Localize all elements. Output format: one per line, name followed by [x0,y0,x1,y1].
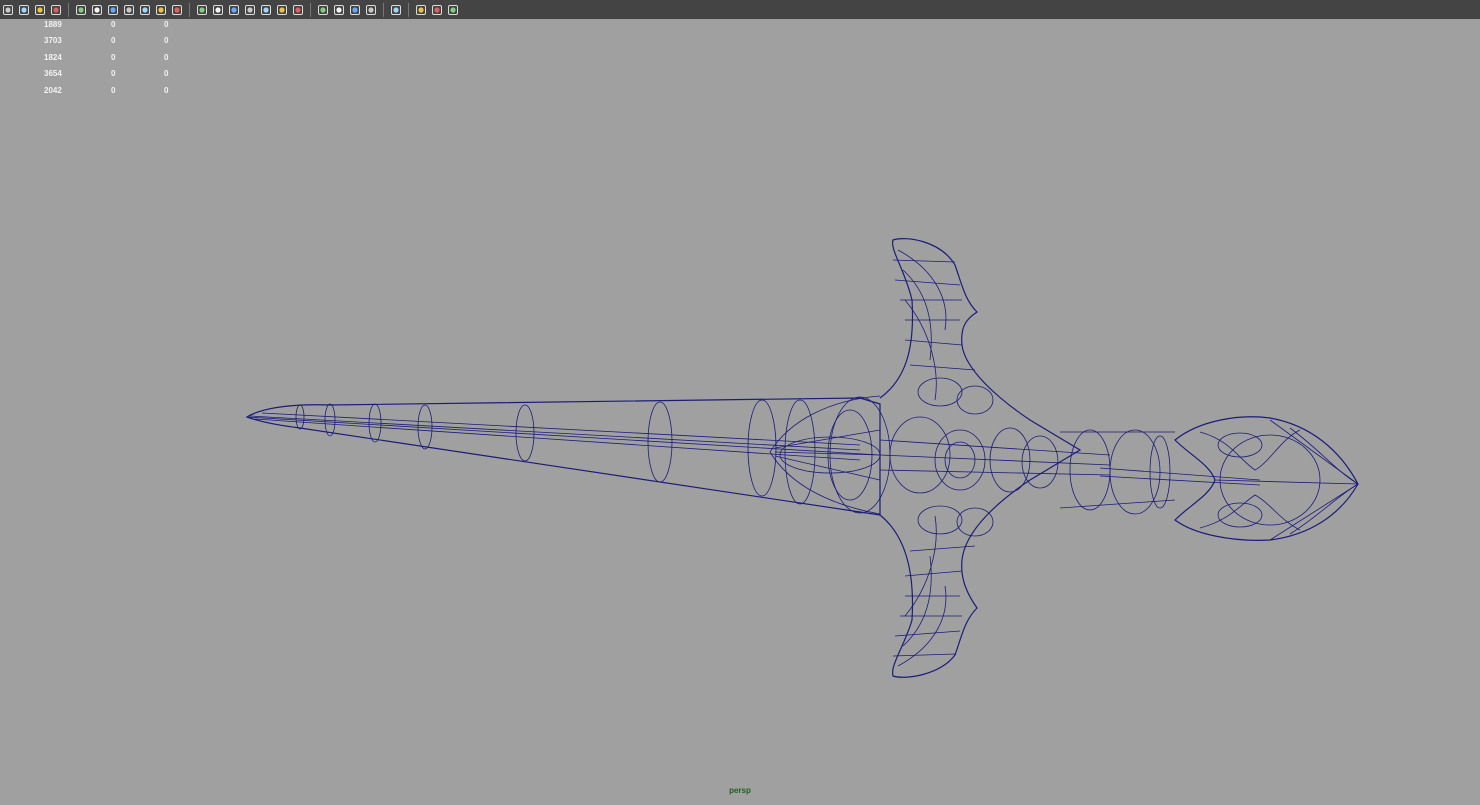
wireframe-icon[interactable] [195,3,209,17]
screen-space-ao-icon[interactable] [316,3,330,17]
textured-icon[interactable] [259,3,273,17]
share-icon[interactable] [446,3,460,17]
image-plane-icon[interactable] [49,3,63,17]
depth-of-field-icon[interactable] [364,3,378,17]
select-camera-icon[interactable] [1,3,15,17]
panel-toolbar [0,0,1480,19]
xray-icon[interactable] [243,3,257,17]
hud-value: 0 [111,20,116,29]
camera-attributes-icon[interactable] [17,3,31,17]
hud-value: 0 [164,69,169,79]
hud-value: 1889 [44,20,62,29]
bookmarks-icon[interactable] [33,3,47,17]
hud-value: 0 [164,36,169,46]
hud-value: 0 [111,85,116,95]
dagger-wireframe-model[interactable] [0,19,1480,800]
hud-value: 0 [111,69,116,79]
toolbar-separator [408,2,409,17]
safe-title-icon[interactable] [170,3,184,17]
motion-blur-icon[interactable] [332,3,346,17]
film-gate-icon[interactable] [90,3,104,17]
toolbar-separator [68,2,69,17]
use-all-lights-icon[interactable] [275,3,289,17]
hud-value: 0 [164,20,169,29]
field-chart-icon[interactable] [138,3,152,17]
gate-mask-icon[interactable] [122,3,136,17]
hud-value: 3703 [44,36,62,46]
safe-action-icon[interactable] [154,3,168,17]
smooth-shade-icon[interactable] [211,3,225,17]
isolate-select-icon[interactable] [389,3,403,17]
grid-icon[interactable] [74,3,88,17]
hud-value: 3654 [44,69,62,79]
xray-active-components-icon[interactable] [430,3,444,17]
wireframe-on-shaded-icon[interactable] [227,3,241,17]
hud-value: 0 [111,52,116,62]
shadows-icon[interactable] [291,3,305,17]
toolbar-separator [189,2,190,17]
resolution-gate-icon[interactable] [106,3,120,17]
hud-value: 0 [164,52,169,62]
toolbar-separator [383,2,384,17]
camera-name-label: persp [729,786,751,795]
hud-value: 0 [111,36,116,46]
toolbar-separator [310,2,311,17]
xray-joints-icon[interactable] [414,3,428,17]
viewport-persp[interactable] [0,19,1480,800]
hud-value: 1824 [44,52,62,62]
anti-aliasing-icon[interactable] [348,3,362,17]
hud-value: 2042 [44,85,62,95]
hud-value: 0 [164,85,169,95]
